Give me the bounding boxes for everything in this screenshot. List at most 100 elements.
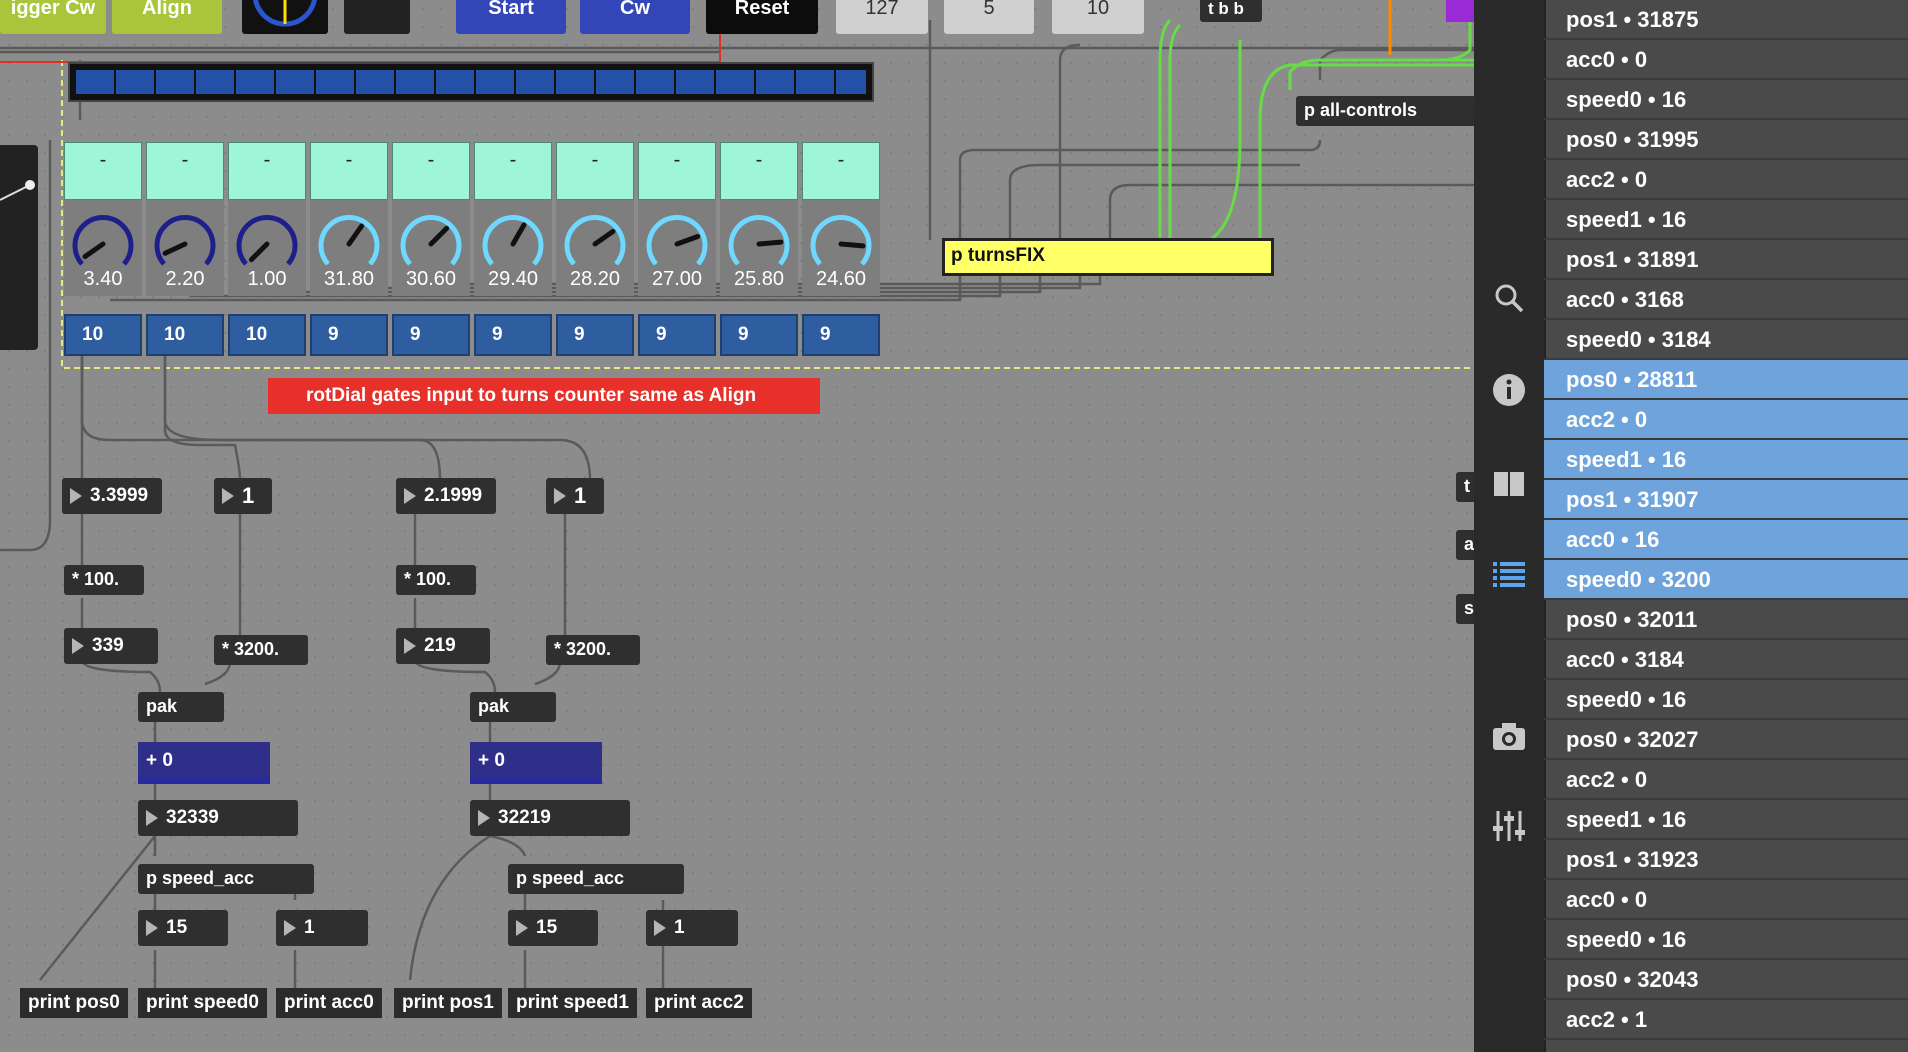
edge-object-t[interactable]: t bbox=[1456, 472, 1474, 502]
turns-number-box[interactable]: 9 bbox=[310, 314, 388, 356]
teal-button[interactable]: - bbox=[64, 142, 142, 200]
print-acc2-object[interactable]: print acc2 bbox=[646, 988, 752, 1018]
turns-number-box[interactable]: 10 bbox=[64, 314, 142, 356]
reset-button[interactable]: Reset bbox=[706, 0, 818, 34]
value-number-box-a[interactable]: 339 bbox=[64, 628, 158, 664]
turns-number-box[interactable]: 10 bbox=[228, 314, 306, 356]
console-row[interactable]: acc2 • 0 bbox=[1544, 760, 1908, 800]
sum-number-box[interactable]: 32339 bbox=[138, 800, 298, 836]
turns-number-box[interactable]: 10 bbox=[146, 314, 224, 356]
console-row[interactable]: pos0 • 28811 bbox=[1544, 360, 1908, 400]
teal-button[interactable]: - bbox=[392, 142, 470, 200]
teal-button[interactable]: - bbox=[146, 142, 224, 200]
console-row[interactable]: acc2 • 1 bbox=[1544, 1000, 1908, 1040]
turns-number-box[interactable]: 9 bbox=[556, 314, 634, 356]
print-speed1-object[interactable]: print speed1 bbox=[508, 988, 637, 1018]
edge-object-a[interactable]: a bbox=[1456, 530, 1474, 560]
console-row[interactable]: pos1 • 31907 bbox=[1544, 480, 1908, 520]
console-row[interactable]: speed1 • 16 bbox=[1544, 800, 1908, 840]
acc-number-box[interactable]: 1 bbox=[646, 910, 738, 946]
cw-button[interactable]: Cw bbox=[580, 0, 690, 34]
teal-button[interactable]: - bbox=[556, 142, 634, 200]
console-row[interactable]: acc0 • 3184 bbox=[1544, 640, 1908, 680]
turns-number-box[interactable]: 9 bbox=[720, 314, 798, 356]
value-number-box-b[interactable]: 219 bbox=[396, 628, 490, 664]
sliders-icon[interactable] bbox=[1491, 808, 1527, 844]
console-row[interactable]: acc0 • 0 bbox=[1544, 880, 1908, 920]
console-row[interactable]: acc0 • 16 bbox=[1544, 520, 1908, 560]
teal-button[interactable]: - bbox=[802, 142, 880, 200]
pak-object[interactable]: pak bbox=[138, 692, 224, 722]
float-number-box-b[interactable]: 2.1999 bbox=[396, 478, 496, 514]
turnsfix-object[interactable]: p turnsFIX bbox=[942, 238, 1274, 276]
multiply-3200-object[interactable]: * 3200. bbox=[546, 635, 640, 665]
print-acc0-object[interactable]: print acc0 bbox=[276, 988, 382, 1018]
console-row[interactable]: speed0 • 3184 bbox=[1544, 320, 1908, 360]
camera-icon[interactable] bbox=[1491, 718, 1527, 754]
speed-acc-object[interactable]: p speed_acc bbox=[138, 864, 314, 894]
console-row[interactable]: pos0 • 32011 bbox=[1544, 600, 1908, 640]
console-row[interactable]: speed1 • 16 bbox=[1544, 200, 1908, 240]
purple-object[interactable] bbox=[1446, 0, 1474, 22]
console-row[interactable]: pos0 • 31995 bbox=[1544, 120, 1908, 160]
search-icon[interactable] bbox=[1491, 280, 1527, 316]
console-row[interactable]: speed0 • 3200 bbox=[1544, 560, 1908, 600]
number-box-5[interactable]: 5 bbox=[944, 0, 1034, 34]
trigger-cw-button[interactable]: igger Cw bbox=[0, 0, 106, 34]
turns-number-box[interactable]: 9 bbox=[392, 314, 470, 356]
teal-button[interactable]: - bbox=[310, 142, 388, 200]
teal-button[interactable]: - bbox=[228, 142, 306, 200]
teal-button[interactable]: - bbox=[720, 142, 798, 200]
multiply-100-object[interactable]: * 100. bbox=[64, 565, 144, 595]
console-row[interactable]: speed0 • 16 bbox=[1544, 680, 1908, 720]
teal-button[interactable]: - bbox=[474, 142, 552, 200]
console-row[interactable]: speed1 • 16 bbox=[1544, 440, 1908, 480]
pak-object[interactable]: pak bbox=[470, 692, 556, 722]
plus-object[interactable]: + 0 bbox=[138, 742, 270, 784]
sum-number-box[interactable]: 32219 bbox=[470, 800, 630, 836]
print-pos1-object[interactable]: print pos1 bbox=[394, 988, 502, 1018]
speed-number-box[interactable]: 15 bbox=[138, 910, 228, 946]
xy-pad[interactable] bbox=[0, 145, 38, 350]
speed-acc-object[interactable]: p speed_acc bbox=[508, 864, 684, 894]
max-console[interactable]: pos1 • 31875 acc0 • 0 speed0 • 16 pos0 • 31… bbox=[1544, 0, 1908, 1052]
book-icon[interactable] bbox=[1491, 466, 1527, 502]
multiply-100-object[interactable]: * 100. bbox=[396, 565, 476, 595]
number-box-10[interactable]: 10 bbox=[1052, 0, 1144, 34]
console-row[interactable]: acc0 • 3168 bbox=[1544, 280, 1908, 320]
speed-number-box[interactable]: 15 bbox=[508, 910, 598, 946]
turns-number-box[interactable]: 9 bbox=[638, 314, 716, 356]
plus-object[interactable]: + 0 bbox=[470, 742, 602, 784]
start-button[interactable]: Start bbox=[456, 0, 566, 34]
acc-number-box[interactable]: 1 bbox=[276, 910, 368, 946]
console-row[interactable]: acc2 • 0 bbox=[1544, 400, 1908, 440]
console-row[interactable]: acc0 • 0 bbox=[1544, 40, 1908, 80]
info-icon[interactable] bbox=[1491, 372, 1527, 408]
all-controls-object[interactable]: p all-controls bbox=[1296, 96, 1474, 126]
dial-display[interactable] bbox=[242, 0, 328, 34]
teal-button[interactable]: - bbox=[638, 142, 716, 200]
float-number-box-a[interactable]: 3.3999 bbox=[62, 478, 162, 514]
list-icon[interactable] bbox=[1491, 556, 1527, 592]
step-bar[interactable] bbox=[68, 62, 874, 102]
console-row[interactable]: pos0 • 32027 bbox=[1544, 720, 1908, 760]
int-number-box-a[interactable]: 1 bbox=[214, 478, 272, 514]
console-row[interactable]: pos1 • 31923 bbox=[1544, 840, 1908, 880]
toggle-object[interactable] bbox=[344, 0, 410, 34]
turns-number-box[interactable]: 9 bbox=[474, 314, 552, 356]
console-row[interactable]: speed0 • 16 bbox=[1544, 920, 1908, 960]
console-row[interactable]: pos1 • 31875 bbox=[1544, 0, 1908, 40]
int-number-box-b[interactable]: 1 bbox=[546, 478, 604, 514]
align-button[interactable]: Align bbox=[112, 0, 222, 34]
print-pos0-object[interactable]: print pos0 bbox=[20, 988, 128, 1018]
console-row[interactable]: pos1 • 31891 bbox=[1544, 240, 1908, 280]
tbb-object[interactable]: t b b bbox=[1200, 0, 1262, 22]
edge-object-s[interactable]: s bbox=[1456, 594, 1474, 624]
turns-number-box[interactable]: 9 bbox=[802, 314, 880, 356]
console-row[interactable]: acc2 • 0 bbox=[1544, 160, 1908, 200]
patcher-canvas[interactable]: igger Cw Align Start Cw Reset 127 5 10 t… bbox=[0, 0, 1474, 1052]
console-row[interactable]: pos0 • 32043 bbox=[1544, 960, 1908, 1000]
print-speed0-object[interactable]: print speed0 bbox=[138, 988, 267, 1018]
number-box-127[interactable]: 127 bbox=[836, 0, 928, 34]
console-row[interactable]: speed0 • 16 bbox=[1544, 80, 1908, 120]
